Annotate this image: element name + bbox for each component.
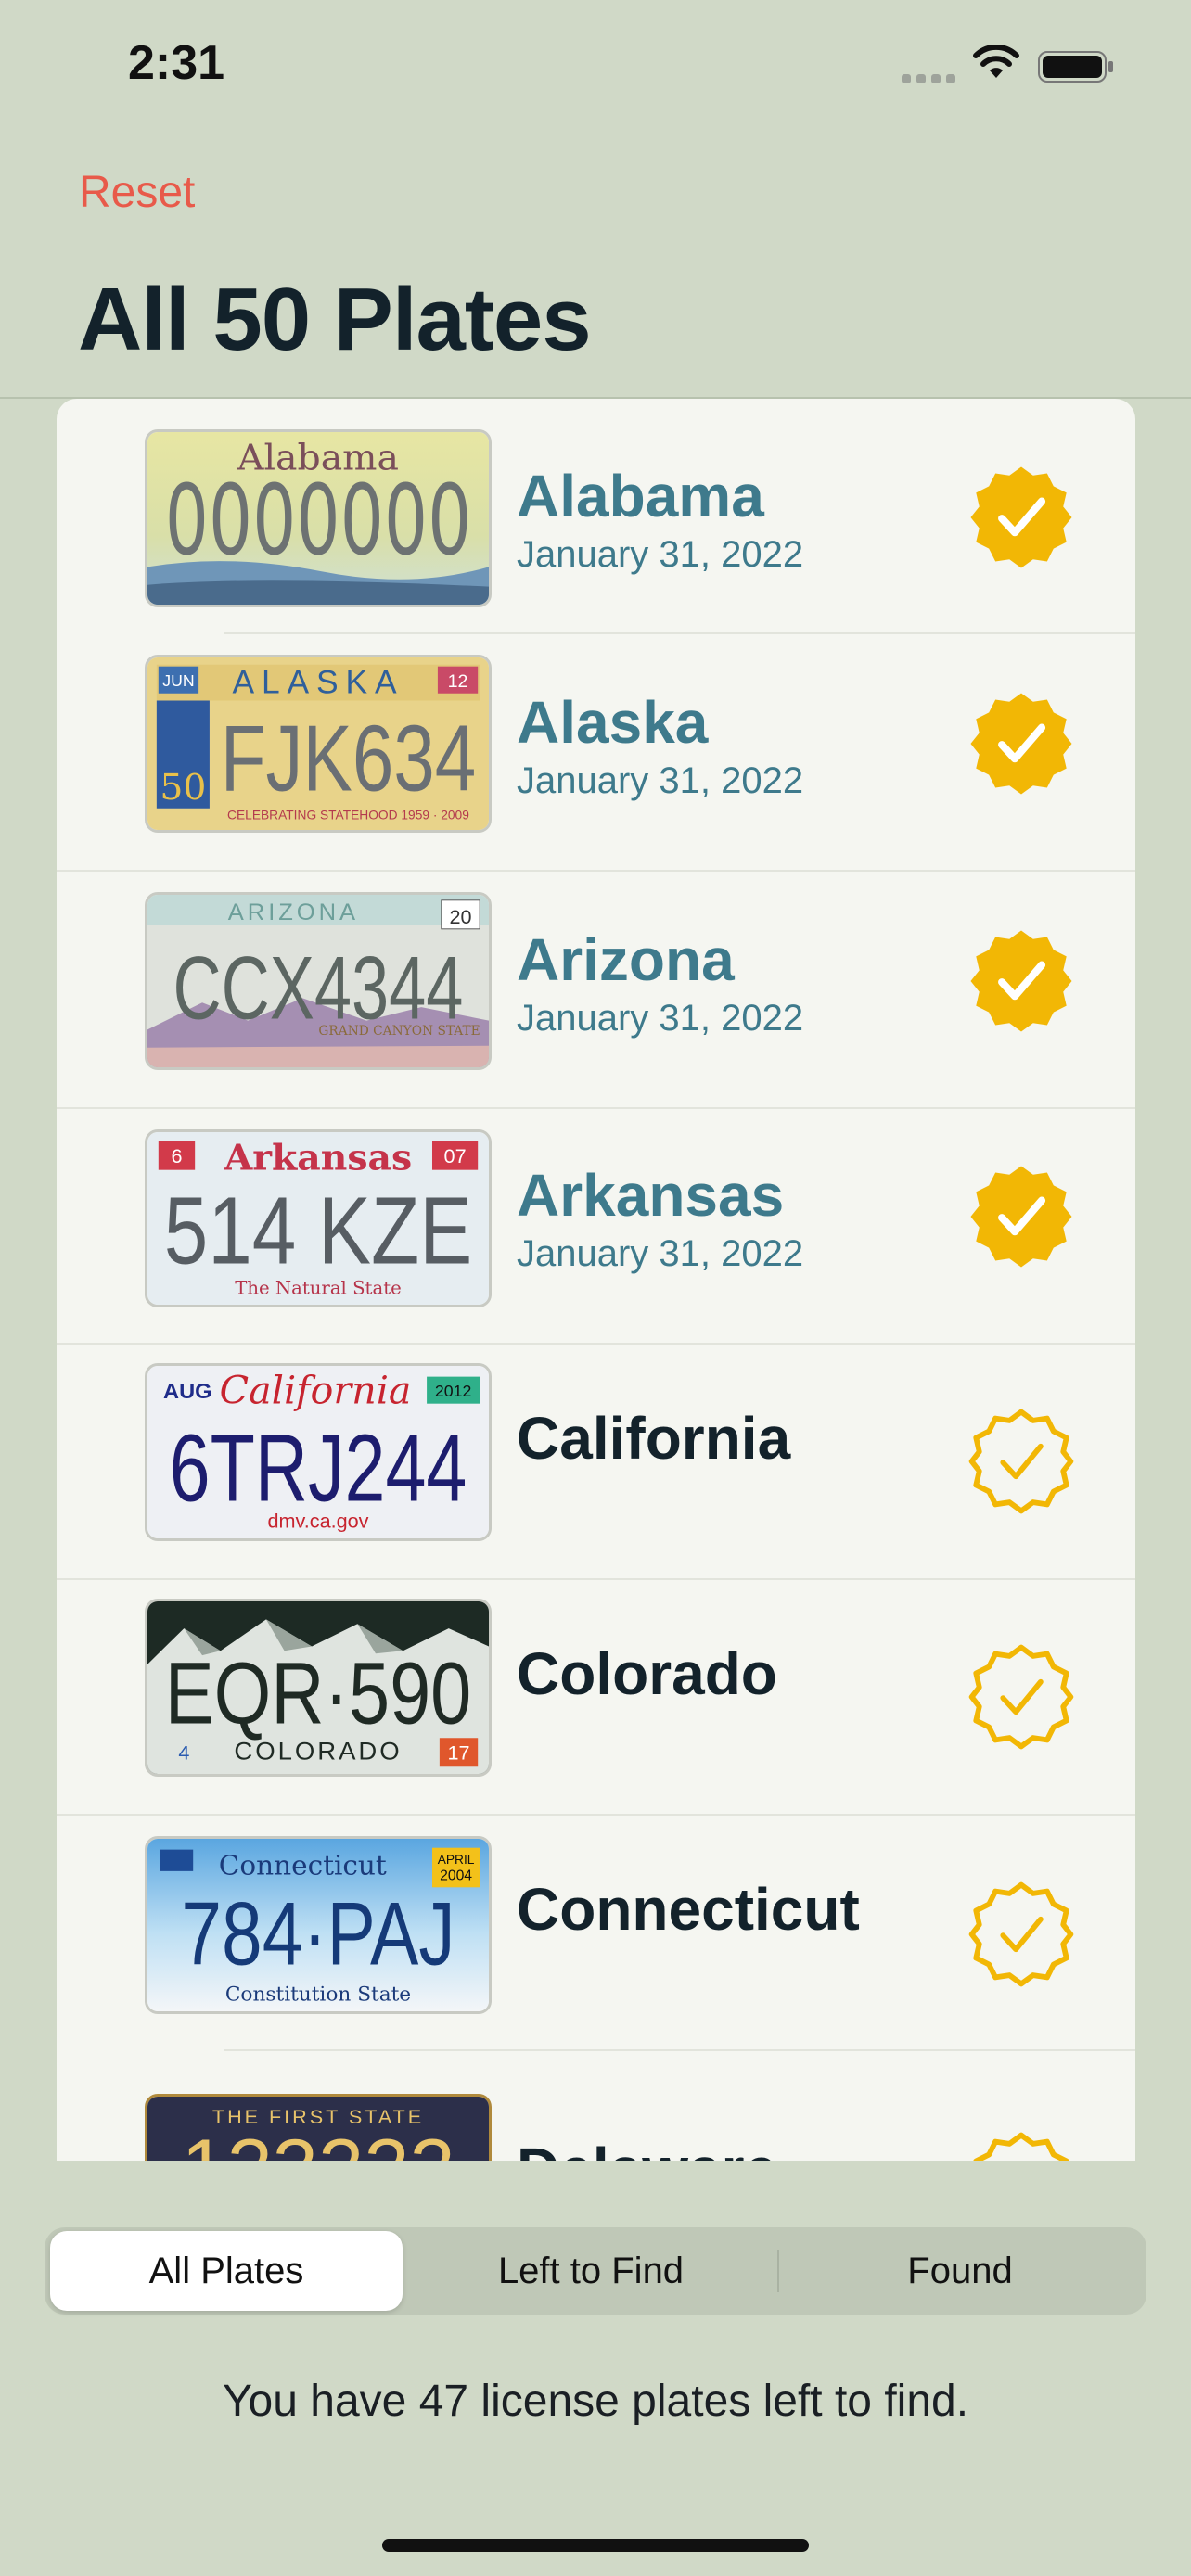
list-item-alabama[interactable]: Alabama 0000000 Alabama January 31, 2022	[57, 399, 1135, 634]
plate-image-connecticut: Connecticut APRIL 2004 784·PAJ Constitut…	[145, 1836, 492, 2014]
plate-image-california: AUG 2012 California 6TRJ244 dmv.ca.gov	[145, 1363, 492, 1541]
state-name: Colorado	[517, 1640, 777, 1707]
svg-text:Constitution State: Constitution State	[225, 1983, 411, 2007]
svg-text:EQR·590: EQR·590	[165, 1644, 472, 1742]
page-title: All 50 Plates	[78, 270, 592, 369]
plate-image-arizona: ARIZONA 20 CCX4344 GRAND CANYON STATE	[145, 892, 492, 1070]
checkmark-seal-outline-icon[interactable]	[967, 1881, 1075, 1988]
plate-image-arkansas: 6 07 Arkansas 514 KZE The Natural State	[145, 1129, 492, 1307]
svg-text:6: 6	[171, 1145, 182, 1167]
svg-text:ALASKA: ALASKA	[233, 665, 404, 701]
state-name: California	[517, 1405, 791, 1472]
svg-text:JUN: JUN	[162, 671, 194, 690]
state-name: Arkansas	[517, 1162, 785, 1229]
checkmark-seal-outline-icon[interactable]	[967, 2131, 1075, 2161]
svg-text:07: 07	[444, 1145, 467, 1167]
plate-image-colorado: EQR·590 COLORADO 4 17	[145, 1599, 492, 1777]
svg-text:17: 17	[447, 1742, 469, 1765]
checkmark-seal-filled-icon[interactable]	[967, 464, 1075, 571]
svg-text:FJK634: FJK634	[221, 706, 477, 810]
svg-text:4: 4	[178, 1742, 189, 1765]
svg-text:Connecticut: Connecticut	[219, 1850, 387, 1881]
found-date: January 31, 2022	[517, 534, 804, 575]
svg-text:COLORADO: COLORADO	[234, 1737, 402, 1766]
svg-text:50: 50	[160, 767, 206, 809]
state-name: Alabama	[517, 463, 764, 529]
svg-text:20: 20	[449, 906, 471, 928]
found-date: January 31, 2022	[517, 998, 804, 1039]
list-item-california[interactable]: AUG 2012 California 6TRJ244 dmv.ca.gov C…	[57, 1345, 1135, 1580]
svg-text:dmv.ca.gov: dmv.ca.gov	[267, 1511, 368, 1533]
filter-segmented-control[interactable]: All Plates Left to Find Found	[45, 2227, 1146, 2315]
plates-list[interactable]: Alabama 0000000 Alabama January 31, 2022…	[57, 399, 1135, 2161]
plate-image-alaska: JUN 12 ALASKA 50 FJK634 CELEBRATING STAT…	[145, 655, 492, 833]
list-item-colorado[interactable]: EQR·590 COLORADO 4 17 Colorado	[57, 1580, 1135, 1816]
checkmark-seal-filled-icon[interactable]	[967, 690, 1075, 797]
status-time: 2:31	[128, 36, 225, 90]
checkmark-seal-filled-icon[interactable]	[967, 927, 1075, 1035]
state-name: Delaware	[517, 2135, 777, 2161]
cellular-signal-icon	[902, 74, 955, 83]
reset-button[interactable]: Reset	[79, 167, 195, 218]
checkmark-seal-outline-icon[interactable]	[967, 1643, 1075, 1751]
wifi-icon	[973, 45, 1019, 78]
svg-text:APRIL: APRIL	[438, 1853, 475, 1867]
plate-image-delaware: THE FIRST STATE 123222	[145, 2094, 492, 2161]
svg-text:123222: 123222	[181, 2122, 455, 2161]
checkmark-seal-filled-icon[interactable]	[967, 1163, 1075, 1270]
svg-text:Arkansas: Arkansas	[224, 1137, 412, 1180]
found-date: January 31, 2022	[517, 760, 804, 801]
svg-text:2004: 2004	[440, 1868, 472, 1884]
list-item-arkansas[interactable]: 6 07 Arkansas 514 KZE The Natural State …	[57, 1109, 1135, 1345]
battery-icon	[1038, 51, 1113, 83]
tab-found[interactable]: Found	[779, 2231, 1141, 2311]
svg-text:AUG: AUG	[163, 1379, 211, 1403]
svg-text:2012: 2012	[435, 1382, 471, 1400]
found-date: January 31, 2022	[517, 1233, 804, 1274]
tab-left-to-find[interactable]: Left to Find	[406, 2231, 775, 2311]
svg-text:California: California	[220, 1369, 412, 1413]
list-item-connecticut[interactable]: Connecticut APRIL 2004 784·PAJ Constitut…	[57, 1816, 1135, 2051]
svg-text:The Natural State: The Natural State	[235, 1278, 401, 1299]
checkmark-seal-outline-icon[interactable]	[967, 1408, 1075, 1515]
svg-text:0000000: 0000000	[165, 464, 472, 577]
svg-text:784·PAJ: 784·PAJ	[181, 1883, 455, 1983]
status-bar: 2:31	[0, 0, 1191, 139]
tab-all-plates[interactable]: All Plates	[50, 2231, 403, 2311]
home-indicator[interactable]	[382, 2539, 809, 2552]
list-item-arizona[interactable]: ARIZONA 20 CCX4344 GRAND CANYON STATE Ar…	[57, 874, 1135, 1109]
list-item-delaware[interactable]: THE FIRST STATE 123222 Delaware	[57, 2055, 1135, 2161]
state-name: Connecticut	[517, 1876, 860, 1943]
svg-text:ARIZONA: ARIZONA	[228, 899, 359, 925]
svg-text:GRAND CANYON STATE: GRAND CANYON STATE	[318, 1024, 480, 1039]
svg-text:6TRJ244: 6TRJ244	[170, 1414, 467, 1521]
state-name: Arizona	[517, 926, 735, 993]
remaining-count-text: You have 47 license plates left to find.	[222, 2377, 969, 2426]
svg-text:CELEBRATING STATEHOOD 1959 · 2: CELEBRATING STATEHOOD 1959 · 2009	[227, 808, 469, 822]
plate-image-alabama: Alabama 0000000	[145, 429, 492, 607]
state-name: Alaska	[517, 689, 709, 756]
list-item-alaska[interactable]: JUN 12 ALASKA 50 FJK634 CELEBRATING STAT…	[57, 636, 1135, 872]
svg-text:514 KZE: 514 KZE	[164, 1177, 473, 1283]
svg-text:12: 12	[448, 671, 468, 692]
